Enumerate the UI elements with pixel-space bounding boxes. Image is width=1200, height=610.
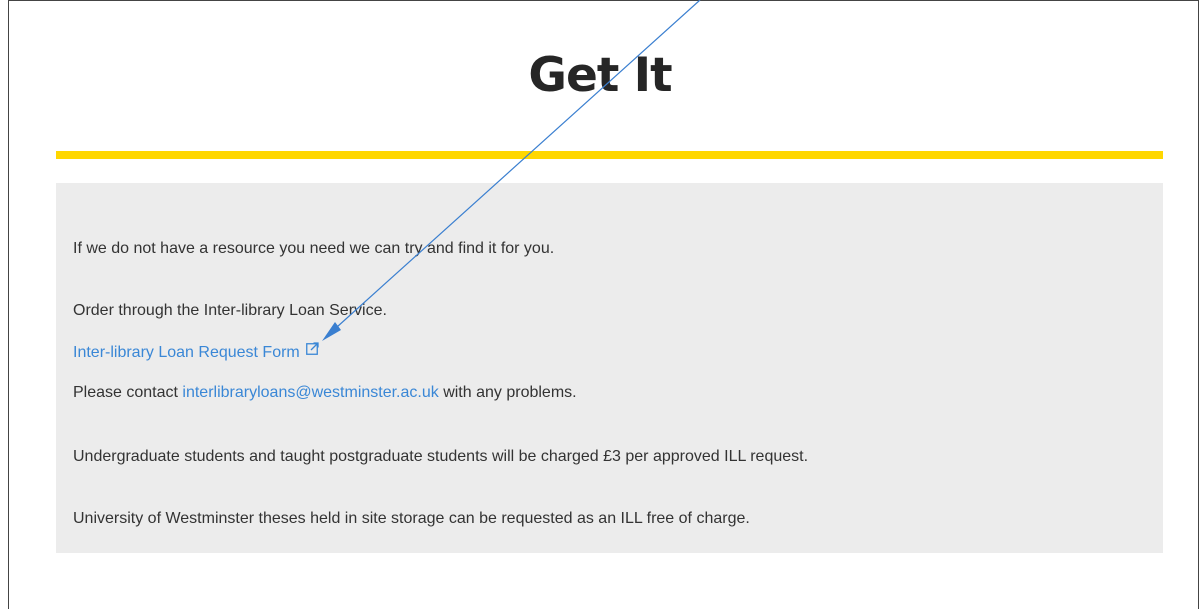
contact-email-link[interactable]: interlibraryloans@westminster.ac.uk: [182, 384, 438, 401]
contact-prefix: Please contact: [73, 384, 183, 401]
charge-note: Undergraduate students and taught postgr…: [73, 448, 809, 465]
title-underline-rule: [56, 151, 1163, 159]
info-panel: If we do not have a resource you need we…: [56, 183, 1163, 553]
page-title: Get It: [528, 48, 672, 103]
theses-note: University of Westminster theses held in…: [73, 510, 750, 527]
external-link-icon[interactable]: [305, 341, 319, 361]
order-text: Order through the Inter-library Loan Ser…: [73, 302, 387, 319]
contact-line: Please contact interlibraryloans@westmin…: [73, 383, 577, 403]
request-form-link[interactable]: Inter-library Loan Request Form: [73, 344, 300, 361]
contact-suffix: with any problems.: [438, 384, 577, 401]
intro-text: If we do not have a resource you need we…: [73, 240, 555, 257]
request-form-line: Inter-library Loan Request Form: [73, 341, 319, 363]
